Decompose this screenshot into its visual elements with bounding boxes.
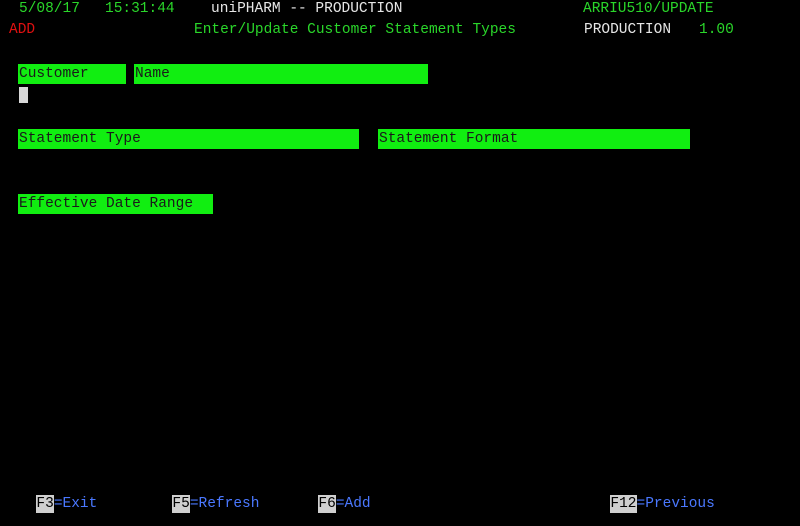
fkey-desc: =Add xyxy=(335,496,371,512)
environment-label: PRODUCTION xyxy=(584,22,672,38)
fkey-label: F5 xyxy=(172,495,190,513)
fkey-label: F6 xyxy=(318,495,336,513)
mode-indicator: ADD xyxy=(9,22,36,38)
f12-previous-key[interactable]: F12=Previous xyxy=(593,477,715,513)
screen-title: Enter/Update Customer Statement Types xyxy=(194,22,516,38)
customer-input-cursor[interactable] xyxy=(19,87,28,103)
fkey-desc: =Refresh xyxy=(189,496,260,512)
fkey-desc: =Exit xyxy=(53,496,98,512)
version-label: 1.00 xyxy=(699,22,734,38)
f5-refresh-key[interactable]: F5=Refresh xyxy=(155,477,259,513)
effective-date-range-label: Effective Date Range xyxy=(18,194,213,214)
fkey-label: F12 xyxy=(610,495,637,513)
statement-type-label: Statement Type xyxy=(18,129,359,149)
header-date: 5/08/17 xyxy=(19,1,80,17)
statement-format-label: Statement Format xyxy=(378,129,690,149)
fkey-desc: =Previous xyxy=(636,496,715,512)
fkey-label: F3 xyxy=(36,495,54,513)
name-label: Name xyxy=(134,64,428,84)
program-id: ARRIU510/UPDATE xyxy=(583,1,714,17)
customer-label: Customer xyxy=(18,64,126,84)
header-time: 15:31:44 xyxy=(105,1,175,17)
system-title: uniPHARM -- PRODUCTION xyxy=(211,1,403,17)
f3-exit-key[interactable]: F3=Exit xyxy=(19,477,97,513)
f6-add-key[interactable]: F6=Add xyxy=(301,477,371,513)
